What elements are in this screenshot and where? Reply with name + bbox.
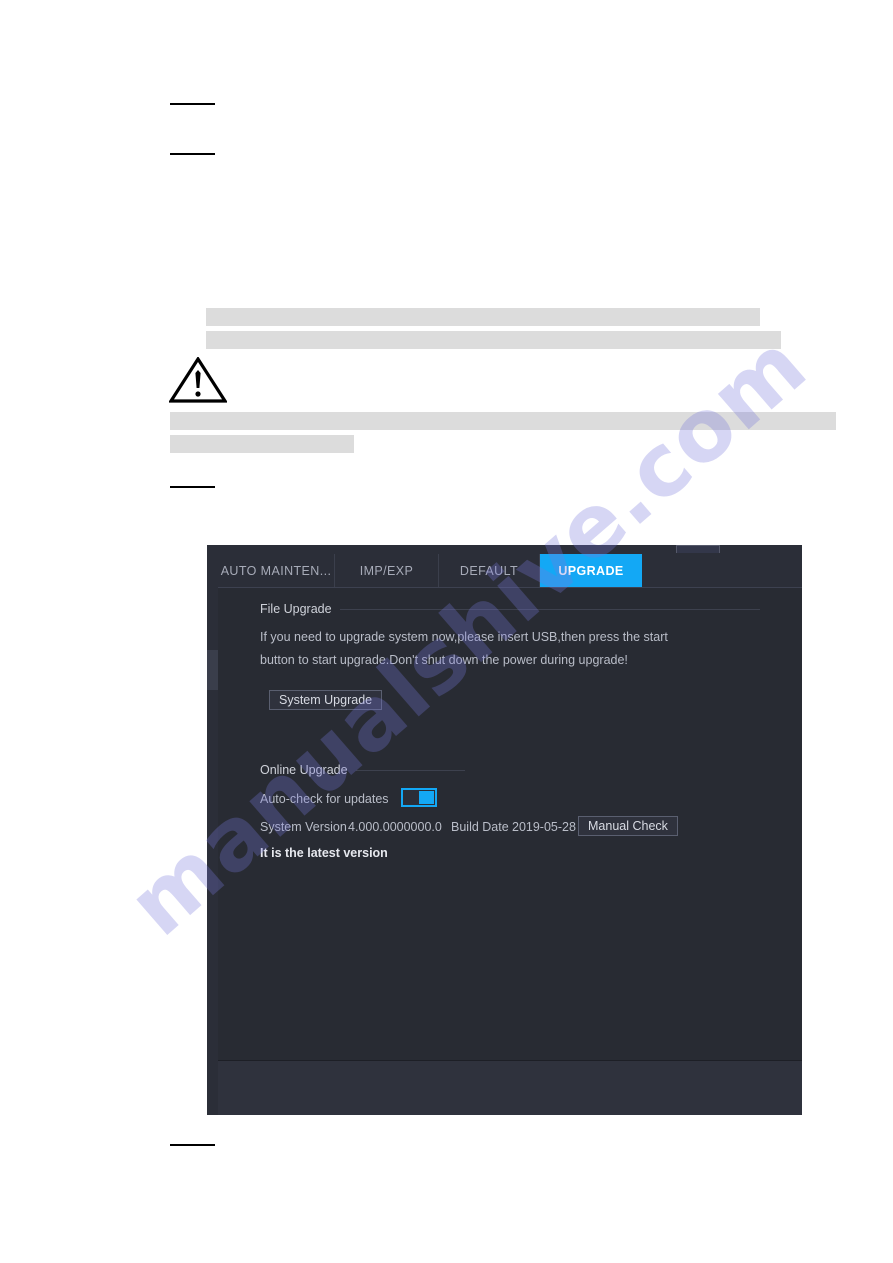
upgrade-panel: File Upgrade If you need to upgrade syst…	[218, 587, 802, 1061]
section-title: File Upgrade	[260, 602, 332, 616]
tab-label: UPGRADE	[558, 563, 624, 578]
redacted-bar	[170, 435, 354, 453]
section-online-upgrade: Online Upgrade	[260, 763, 465, 777]
redacted-rule	[170, 1144, 215, 1146]
auto-check-label: Auto-check for updates	[260, 792, 389, 806]
redacted-bar	[170, 412, 836, 430]
system-version-value: 4.000.0000000.0	[348, 820, 442, 834]
file-upgrade-description-line2: button to start upgrade.Don't shut down …	[260, 653, 628, 667]
tab-imp-exp[interactable]: IMP/EXP	[335, 554, 439, 587]
build-date-label: Build Date	[451, 820, 509, 834]
system-upgrade-button[interactable]: System Upgrade	[269, 690, 383, 710]
document-page: AUTO MAINTEN... IMP/EXP DEFAULT UPGRADE …	[0, 0, 893, 1263]
manual-check-button[interactable]: Manual Check	[578, 816, 678, 836]
toggle-knob	[419, 791, 434, 804]
sidebar-rail	[207, 554, 218, 1115]
device-ui-screenshot: AUTO MAINTEN... IMP/EXP DEFAULT UPGRADE …	[207, 545, 802, 1115]
tabbar-filler	[642, 554, 802, 587]
section-divider	[339, 608, 760, 610]
window-titlebar	[207, 545, 802, 554]
section-divider	[355, 769, 465, 771]
redacted-rule	[170, 486, 215, 488]
redacted-rule	[170, 103, 215, 105]
redacted-rule	[170, 153, 215, 155]
tab-auto-maintenance[interactable]: AUTO MAINTEN...	[218, 554, 335, 587]
tab-default[interactable]: DEFAULT	[439, 554, 540, 587]
window-control-nub[interactable]	[676, 545, 720, 553]
redacted-bar	[206, 331, 781, 349]
sidebar-rail-active-marker[interactable]	[207, 650, 218, 690]
auto-check-toggle[interactable]	[401, 788, 437, 807]
tab-label: IMP/EXP	[359, 563, 414, 578]
warning-triangle-icon	[169, 357, 227, 403]
redacted-bar	[206, 308, 760, 326]
tab-upgrade[interactable]: UPGRADE	[540, 554, 642, 587]
tabbar: AUTO MAINTEN... IMP/EXP DEFAULT UPGRADE	[218, 554, 802, 587]
tab-label: DEFAULT	[459, 563, 519, 578]
upgrade-status-text: It is the latest version	[260, 846, 388, 860]
dialog-footer	[218, 1060, 802, 1115]
file-upgrade-description-line1: If you need to upgrade system now,please…	[260, 630, 668, 644]
system-version-label: System Version	[260, 820, 347, 834]
tab-label: AUTO MAINTEN...	[220, 563, 332, 578]
build-date-value: 2019-05-28	[512, 820, 576, 834]
section-file-upgrade: File Upgrade	[260, 602, 760, 616]
section-title: Online Upgrade	[260, 763, 348, 777]
